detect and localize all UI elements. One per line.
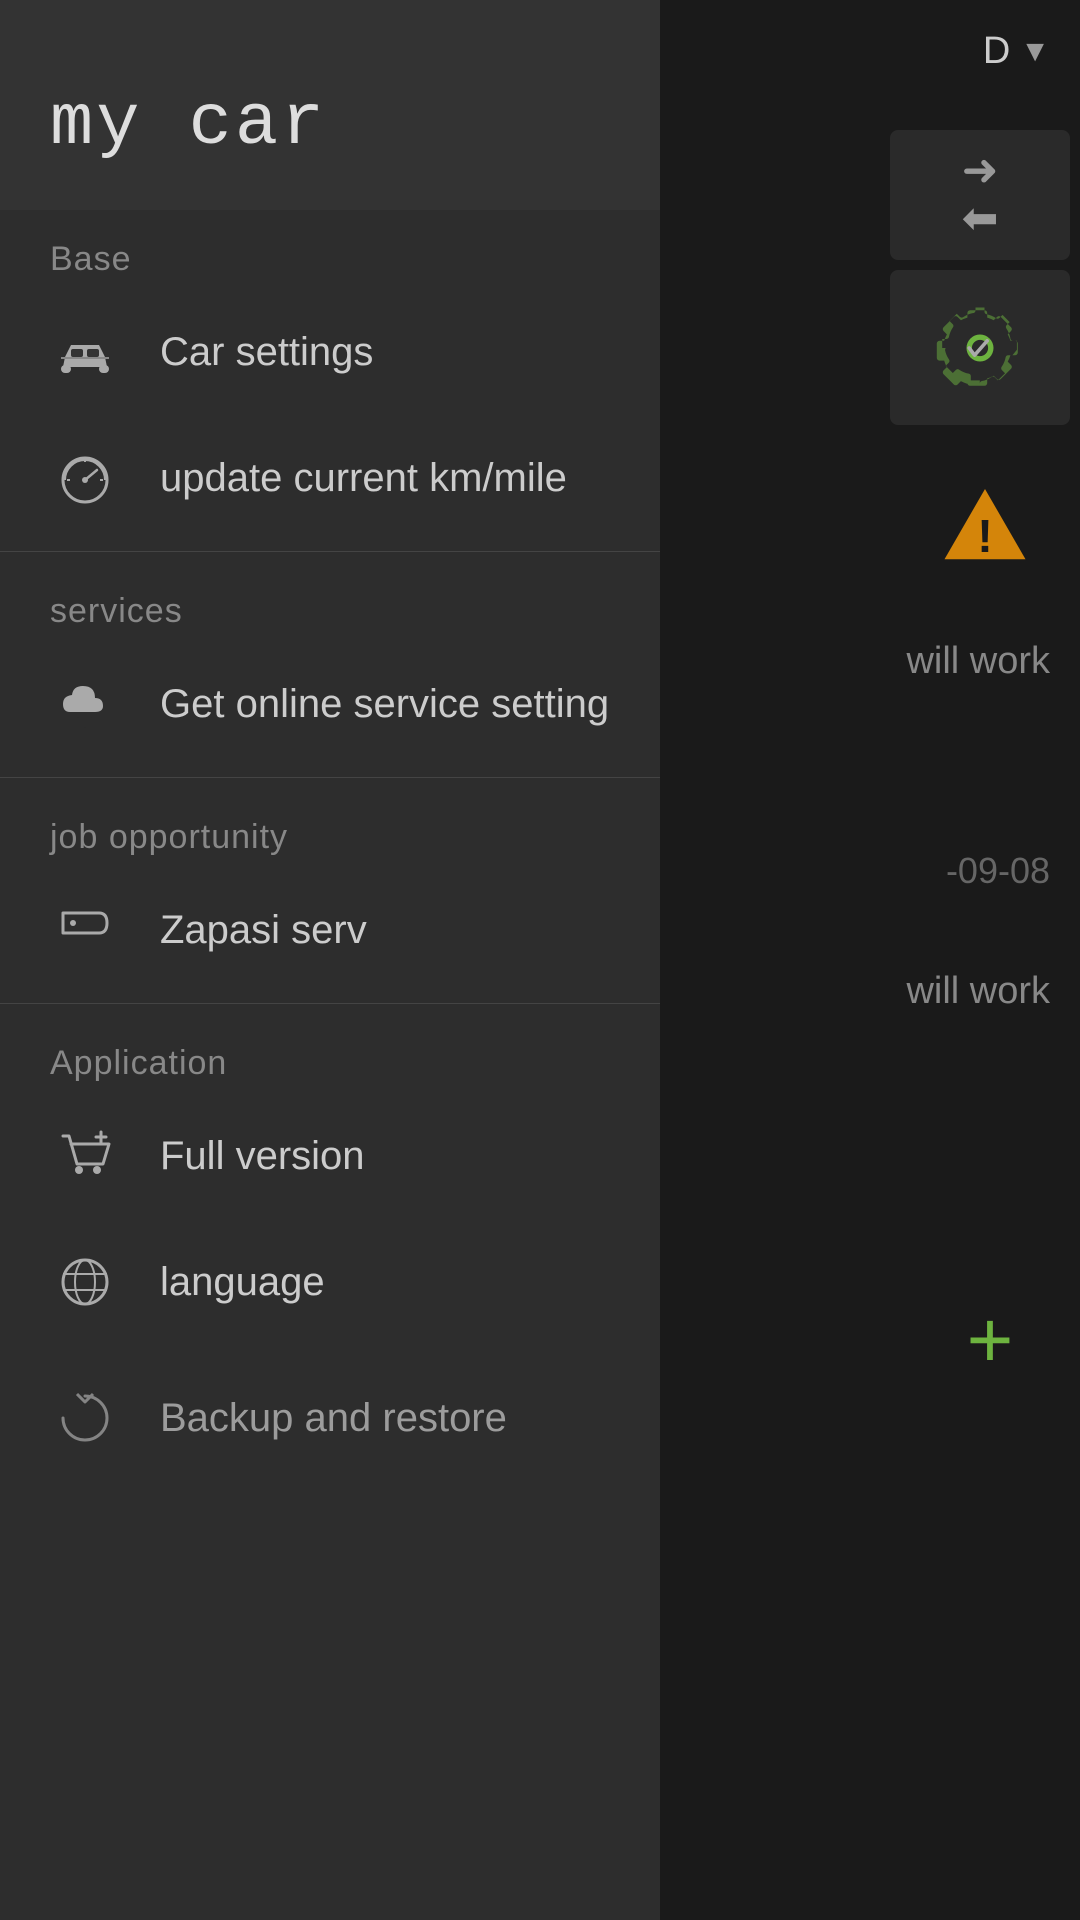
globe-icon — [50, 1247, 120, 1317]
arrow-right-icon: ➜ — [962, 149, 999, 193]
right-panel: D ▼ ➜ ⬅ ! — [630, 0, 1080, 1920]
menu-item-update-km[interactable]: update current km/mile — [0, 415, 660, 541]
menu-item-car-settings[interactable]: Car settings — [0, 289, 660, 415]
menu-item-zapasi[interactable]: Zapasi serv — [0, 867, 660, 993]
download-cloud-icon — [50, 669, 120, 739]
divider-2 — [0, 777, 660, 778]
drawer-body: Base Car settings — [0, 210, 660, 1920]
car-settings-label: Car settings — [160, 330, 373, 375]
svg-text:!: ! — [977, 510, 993, 562]
menu-item-backup[interactable]: Backup and restore — [0, 1355, 660, 1481]
full-version-label: Full version — [160, 1134, 365, 1179]
zapasi-label: Zapasi serv — [160, 908, 367, 953]
app-title: my car — [50, 83, 327, 165]
navigation-drawer: my car Base Car settings — [0, 0, 660, 1920]
speedometer-icon — [50, 443, 120, 513]
menu-item-full-version[interactable]: Full version — [0, 1093, 660, 1219]
section-label-application: Application — [0, 1014, 660, 1093]
online-service-label: Get online service setting — [160, 682, 609, 727]
arrow-left-icon: ⬅ — [962, 197, 999, 241]
add-button[interactable]: + — [950, 1300, 1030, 1380]
backup-icon — [50, 1383, 120, 1453]
warning-icon: ! — [940, 480, 1030, 589]
cart-plus-icon — [50, 1121, 120, 1191]
language-label: language — [160, 1260, 325, 1305]
plus-icon: + — [967, 1300, 1014, 1380]
date-text: -09-08 — [946, 850, 1050, 892]
menu-item-language[interactable]: language — [0, 1219, 660, 1345]
divider-1 — [0, 551, 660, 552]
gear-icon — [935, 303, 1025, 393]
gear-box[interactable] — [890, 270, 1070, 425]
divider-3 — [0, 1003, 660, 1004]
section-label-services: services — [0, 562, 660, 641]
dropdown-arrow-icon[interactable]: ▼ — [1020, 35, 1050, 69]
will-work-text-2: will work — [906, 970, 1050, 1013]
top-dropdown[interactable]: D ▼ — [983, 30, 1050, 73]
tag-icon — [50, 895, 120, 965]
update-km-label: update current km/mile — [160, 456, 567, 501]
arrows-container: ➜ ⬅ — [962, 149, 999, 241]
drawer-header: my car — [0, 0, 660, 210]
section-label-job: job opportunity — [0, 788, 660, 867]
will-work-text-1: will work — [906, 640, 1050, 683]
nav-arrows-box[interactable]: ➜ ⬅ — [890, 130, 1070, 260]
backup-label: Backup and restore — [160, 1396, 507, 1441]
menu-item-online-service[interactable]: Get online service setting — [0, 641, 660, 767]
section-label-base: Base — [0, 210, 660, 289]
car-icon — [50, 317, 120, 387]
dropdown-label: D — [983, 30, 1010, 73]
